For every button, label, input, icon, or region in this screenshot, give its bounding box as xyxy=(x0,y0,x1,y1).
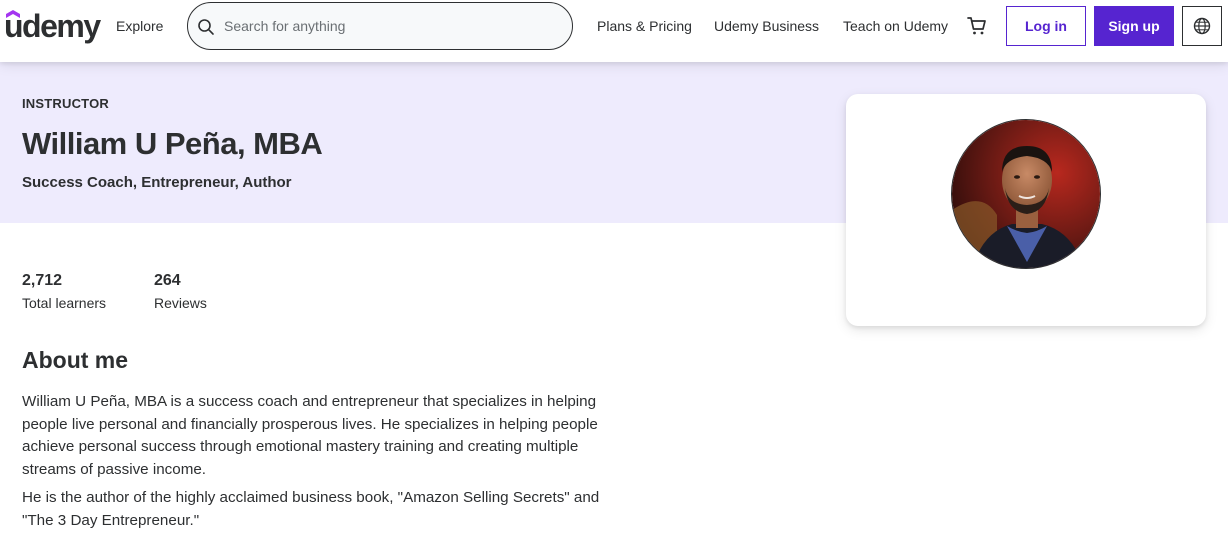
udemy-business-link[interactable]: Udemy Business xyxy=(714,17,819,35)
udemy-logo[interactable]: udemy xyxy=(4,6,101,46)
search-icon[interactable] xyxy=(197,18,215,36)
plans-pricing-link[interactable]: Plans & Pricing xyxy=(597,17,692,35)
search-input[interactable] xyxy=(224,15,554,37)
logo-cap-icon xyxy=(6,10,20,18)
signup-button[interactable]: Sign up xyxy=(1094,6,1174,46)
explore-link[interactable]: Explore xyxy=(116,17,163,35)
avatar-portrait xyxy=(952,120,1100,268)
search-bar[interactable] xyxy=(187,2,573,50)
instructor-eyebrow: INSTRUCTOR xyxy=(22,96,109,111)
instructor-name: William U Peña, MBA xyxy=(22,126,323,161)
profile-card xyxy=(846,94,1206,326)
teach-on-udemy-link[interactable]: Teach on Udemy xyxy=(843,17,948,35)
about-paragraph: William U Peña, MBA is a success coach a… xyxy=(22,393,598,478)
about-paragraph: He is the author of the highly acclaimed… xyxy=(22,489,600,529)
stat-reviews: 264 Reviews xyxy=(154,272,207,311)
stat-value: 264 xyxy=(154,272,181,289)
instructor-headline: Success Coach, Entrepreneur, Author xyxy=(22,174,292,191)
top-navigation-bar: udemy Explore Plans & Pricing Udemy Busi… xyxy=(0,0,1228,62)
stat-label: Total learners xyxy=(22,295,107,311)
stat-total-learners: 2,712 Total learners xyxy=(22,272,106,311)
login-button[interactable]: Log in xyxy=(1006,6,1086,46)
globe-icon xyxy=(1193,17,1211,35)
language-button[interactable] xyxy=(1182,6,1222,46)
about-me-heading: About me xyxy=(22,347,129,373)
cart-icon[interactable] xyxy=(967,16,987,36)
instructor-avatar xyxy=(951,119,1101,269)
stat-label: Reviews xyxy=(154,295,207,311)
stat-value: 2,712 xyxy=(22,272,63,289)
